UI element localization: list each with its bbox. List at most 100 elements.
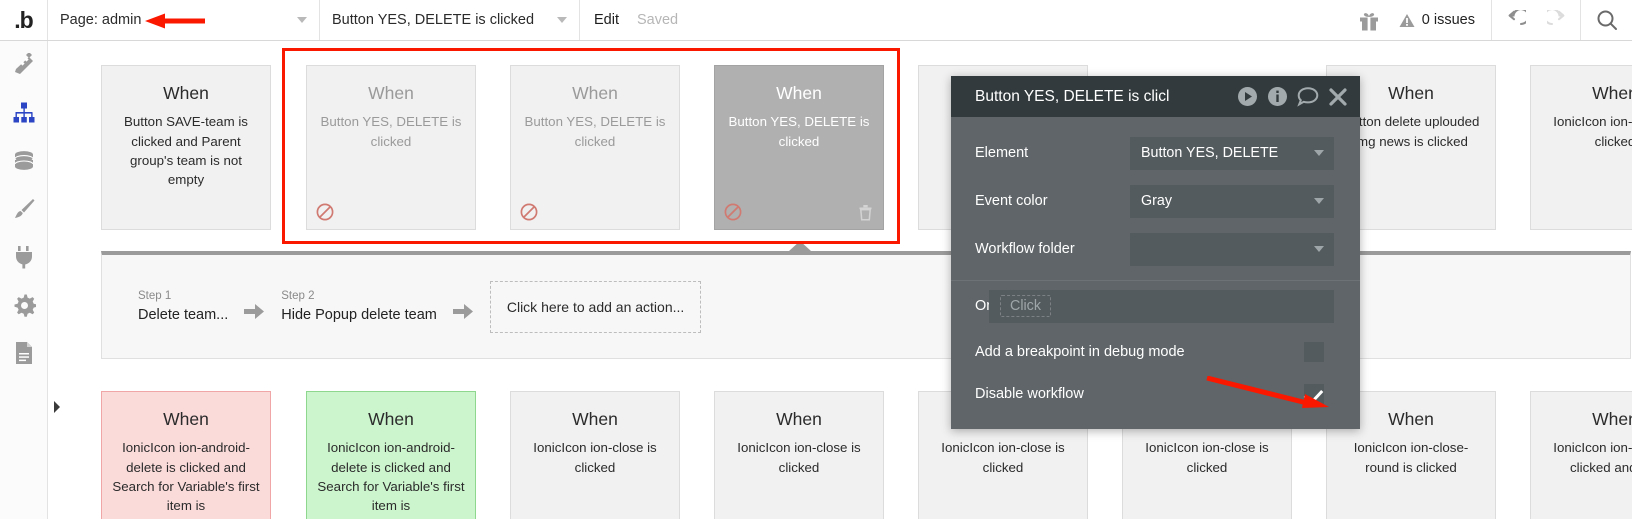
card-description: IonicIcon ion-close is clicked: [1133, 438, 1281, 477]
workflow-event-card[interactable]: When IonicIcon ion-android-delete is cli…: [101, 391, 271, 519]
card-when-label: When: [776, 410, 822, 429]
logo-text: .b: [14, 9, 32, 32]
close-icon[interactable]: [1328, 87, 1348, 107]
card-description: IonicIcon ion-close is clicked: [929, 438, 1077, 477]
action-step[interactable]: Step 1 Delete team...: [138, 288, 228, 326]
saved-label: Saved: [637, 12, 678, 28]
disable-workflow-label: Disable workflow: [975, 386, 1304, 402]
event-select[interactable]: Button YES, DELETE is clicked: [320, 0, 580, 40]
bubble-logo[interactable]: .b: [0, 0, 48, 40]
property-row-workflow-folder: Workflow folder: [951, 225, 1360, 273]
card-when-label: When: [1388, 410, 1434, 429]
gear-icon: [13, 294, 36, 317]
workflow-event-card[interactable]: When IonicIcon ion-close is clicked: [1530, 65, 1632, 230]
element-select[interactable]: Button YES, DELETE: [1130, 137, 1334, 170]
card-when-label: When: [572, 410, 618, 429]
card-description: IonicIcon ion-android-delete is clicked …: [317, 438, 465, 515]
left-sidebar: [0, 41, 48, 519]
event-color-select[interactable]: Gray: [1130, 185, 1334, 218]
workflow-event-card[interactable]: When Button SAVE-team is clicked and Par…: [101, 65, 271, 230]
card-description: IonicIcon ion-close-round is clicked: [1337, 438, 1485, 477]
disable-workflow-row: Disable workflow: [951, 373, 1360, 415]
only-when-input[interactable]: Click: [989, 290, 1334, 323]
chevron-down-icon: [1314, 150, 1324, 156]
sidebar-item-plugins[interactable]: [0, 233, 48, 281]
card-when-label: When: [368, 410, 414, 429]
disable-workflow-checkbox[interactable]: [1304, 384, 1324, 404]
selection-rectangle-annotation: [282, 48, 900, 244]
property-label: Element: [975, 145, 1130, 161]
document-icon: [14, 341, 34, 365]
popup-body: Element Button YES, DELETE Event color G…: [951, 117, 1360, 429]
comment-icon[interactable]: [1297, 86, 1319, 107]
element-select-value: Button YES, DELETE: [1141, 145, 1278, 161]
actions-strip: Step 1 Delete team... Step 2 Hide Popup …: [101, 251, 1631, 359]
property-label: Workflow folder: [975, 241, 1130, 257]
issues-indicator[interactable]: 0 issues: [1393, 0, 1492, 40]
info-icon[interactable]: [1267, 86, 1288, 107]
card-description: IonicIcon ion-close is clicked: [521, 438, 669, 477]
workflow-folder-select[interactable]: [1130, 233, 1334, 266]
sidebar-item-data[interactable]: [0, 137, 48, 185]
redo-icon: [1547, 10, 1570, 31]
arrow-right-icon: [453, 303, 474, 320]
popup-footer: [951, 415, 1360, 429]
chevron-down-icon: [1314, 246, 1324, 252]
add-action-button[interactable]: Click here to add an action...: [490, 281, 701, 333]
card-when-label: When: [1388, 84, 1434, 103]
step-name: Delete team...: [138, 305, 228, 325]
sidebar-item-workflow[interactable]: [0, 89, 48, 137]
breakpoint-checkbox[interactable]: [1304, 342, 1324, 362]
play-icon[interactable]: [1237, 86, 1258, 107]
workflow-event-card[interactable]: When IonicIcon ion-close is clicked and …: [1530, 391, 1632, 519]
sidebar-expand-button[interactable]: [50, 395, 64, 419]
card-when-label: When: [163, 84, 209, 103]
sidebar-item-styles[interactable]: [0, 185, 48, 233]
event-select-label: Button YES, DELETE is clicked: [332, 12, 534, 28]
event-color-select-value: Gray: [1141, 193, 1172, 209]
workflow-event-card[interactable]: When IonicIcon ion-close is clicked: [714, 391, 884, 519]
sidebar-item-logs[interactable]: [0, 329, 48, 377]
issues-label: 0 issues: [1422, 12, 1475, 28]
top-toolbar: .b Page: admin Button YES, DELETE is cli…: [0, 0, 1632, 41]
card-description: IonicIcon ion-android-delete is clicked …: [112, 438, 260, 515]
page-select[interactable]: Page: admin: [48, 0, 320, 40]
gift-icon: [1359, 10, 1379, 31]
edit-button[interactable]: Edit: [580, 0, 633, 40]
breakpoint-row: Add a breakpoint in debug mode: [951, 331, 1360, 373]
gift-button[interactable]: [1345, 0, 1393, 40]
search-button[interactable]: [1580, 0, 1632, 40]
property-label: Event color: [975, 193, 1130, 209]
pencil-ruler-icon: [12, 53, 36, 77]
sidebar-item-design[interactable]: [0, 41, 48, 89]
chevron-down-icon: [1314, 198, 1324, 204]
workflow-canvas[interactable]: When Button SAVE-team is clicked and Par…: [48, 41, 1632, 519]
only-when-placeholder: Click: [1000, 295, 1051, 317]
card-description: IonicIcon ion-close is clicked: [1541, 112, 1632, 151]
action-step[interactable]: Step 2 Hide Popup delete team: [281, 288, 437, 326]
undo-button[interactable]: [1492, 0, 1536, 40]
step-name: Hide Popup delete team: [281, 305, 437, 325]
card-when-label: When: [163, 410, 209, 429]
popup-header[interactable]: Button YES, DELETE is clicl: [951, 76, 1360, 117]
workflow-event-card[interactable]: When IonicIcon ion-close is clicked: [510, 391, 680, 519]
card-description: IonicIcon ion-close is clicked: [725, 438, 873, 477]
actions-list: Step 1 Delete team... Step 2 Hide Popup …: [102, 255, 1630, 358]
page-select-label: Page: admin: [60, 12, 141, 28]
toolbar-spacer: [682, 0, 1345, 40]
popup-title: Button YES, DELETE is clicl: [975, 88, 1237, 106]
chevron-right-icon: [52, 400, 62, 414]
chevron-down-icon: [297, 17, 307, 23]
sidebar-item-settings[interactable]: [0, 281, 48, 329]
database-icon: [12, 149, 36, 173]
redo-button[interactable]: [1536, 0, 1580, 40]
event-properties-popup: Button YES, DELETE is clicl: [951, 76, 1360, 429]
only-when-row: Only when Click: [951, 281, 1360, 331]
paint-brush-icon: [12, 197, 36, 221]
property-row-event-color: Event color Gray: [951, 177, 1360, 225]
step-label: Step 2: [281, 288, 437, 305]
workflow-event-card[interactable]: When IonicIcon ion-android-delete is cli…: [306, 391, 476, 519]
card-description: IonicIcon ion-close is clicked and Var: [1541, 438, 1632, 477]
saved-status: Saved: [633, 0, 682, 40]
popup-header-icons: [1237, 86, 1348, 107]
